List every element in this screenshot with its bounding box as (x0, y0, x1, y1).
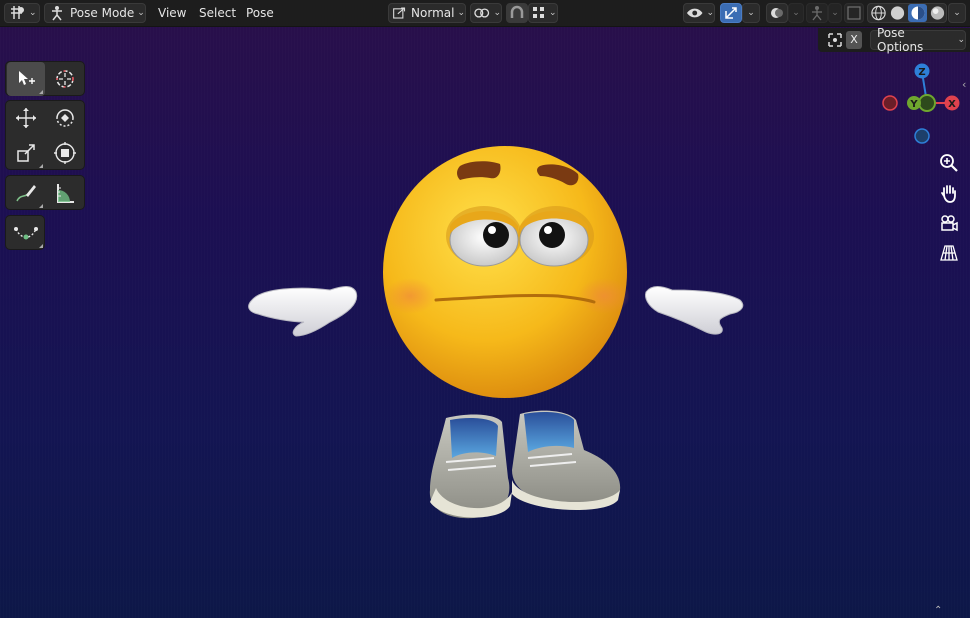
chevron-down-icon: ⌄ (137, 8, 145, 18)
transform-orientation-selector[interactable]: Normal ⌄ (388, 3, 466, 23)
material-preview-icon[interactable] (910, 5, 926, 21)
chevron-down-icon: ⌄ (549, 8, 557, 18)
menu-select[interactable]: Select (195, 4, 240, 22)
toolbar-group-transform (5, 100, 85, 170)
bone-overlay-toggle[interactable] (806, 3, 828, 23)
camera-view-icon (941, 215, 958, 232)
right-shoe (512, 410, 621, 511)
right-glove (645, 286, 744, 335)
mode-selector[interactable]: Pose Mode ⌄ (44, 3, 146, 23)
chevron-down-icon: ⌄ (953, 8, 961, 18)
toolbar-group-select (5, 61, 85, 96)
tool-transform[interactable] (46, 136, 84, 170)
character-model[interactable] (0, 0, 970, 618)
gizmo-dropdown[interactable]: ⌄ (742, 3, 760, 23)
chevron-down-icon: ⌄ (457, 8, 465, 18)
rotate-icon (56, 109, 74, 127)
measure-icon (57, 184, 74, 203)
tool-scale[interactable] (7, 136, 45, 170)
navigation-gizmo[interactable]: Y Z X (876, 60, 968, 150)
toolbar-group-pose (5, 215, 45, 250)
shading-dropdown[interactable]: ⌄ (948, 3, 966, 23)
chevron-down-icon: ⌄ (29, 8, 37, 18)
chevron-down-icon: ⌄ (957, 35, 965, 45)
snap-grid-icon (533, 7, 544, 18)
eye-icon (686, 8, 703, 18)
armature-icon (812, 6, 822, 21)
tool-move[interactable] (7, 101, 45, 135)
xray-icon (847, 6, 861, 20)
pose-mode-icon (52, 6, 62, 21)
bone-overlay-dropdown[interactable]: ⌄ (828, 3, 842, 23)
3d-viewport[interactable]: ⌄ Pose Mode ⌄ View Select Pose Normal ⌄ … (0, 0, 970, 618)
cursor-icon (56, 70, 74, 88)
x-mirror-toggle[interactable]: X (846, 31, 862, 49)
emoji-face (383, 146, 630, 398)
wireframe-shading-icon[interactable] (870, 4, 887, 22)
tool-cursor[interactable] (46, 62, 84, 96)
orientation-icon (393, 7, 406, 19)
move-icon (16, 108, 36, 128)
symmetry-icon[interactable] (826, 31, 844, 49)
zoom-button[interactable] (937, 151, 961, 175)
chevron-down-icon: ⌄ (792, 8, 800, 18)
annotate-icon (16, 185, 36, 202)
gizmo-toggle[interactable] (720, 3, 742, 23)
perspective-toggle[interactable] (937, 241, 961, 265)
chevron-down-icon: ⌄ (747, 8, 755, 18)
zoom-icon (940, 154, 958, 172)
chevron-down-icon: ⌄ (831, 8, 839, 18)
solid-shading-icon[interactable] (889, 4, 906, 22)
chevron-down-icon: ⌄ (493, 8, 501, 18)
gizmo-y-label: Y (909, 99, 918, 110)
magnet-icon (510, 5, 524, 18)
transform-icon (54, 142, 76, 164)
perspective-grid-icon (940, 245, 958, 261)
shading-group (867, 3, 947, 23)
camera-view-button[interactable] (937, 211, 961, 235)
expand-region-arrow[interactable]: ⌃ (934, 606, 946, 616)
tool-annotate[interactable] (7, 176, 45, 210)
tool-relax-pose[interactable] (7, 216, 45, 250)
tool-settings-row: X Pose Options ⌄ (818, 26, 970, 54)
gizmo-x-label: X (948, 99, 956, 110)
orientation-label: Normal (411, 6, 455, 20)
overlays-dropdown[interactable]: ⌄ (788, 3, 804, 23)
menu-view[interactable]: View (154, 4, 190, 22)
left-glove (248, 286, 358, 337)
snap-toggle[interactable] (506, 3, 528, 23)
select-box-icon (19, 71, 35, 85)
gizmo-neg-x[interactable] (882, 95, 898, 111)
editor-type-button[interactable]: ⌄ (4, 3, 40, 23)
pose-options-dropdown[interactable]: Pose Options ⌄ (870, 26, 966, 54)
gizmo-icon (725, 7, 737, 19)
mode-label: Pose Mode (70, 6, 135, 20)
menu-pose[interactable]: Pose (242, 4, 278, 22)
scale-icon (17, 144, 35, 162)
left-shoe (429, 414, 512, 519)
viewport-header: ⌄ Pose Mode ⌄ View Select Pose Normal ⌄ … (0, 0, 970, 27)
visibility-button[interactable]: ⌄ (683, 3, 715, 23)
xray-toggle[interactable] (844, 3, 864, 23)
relax-pose-icon (14, 227, 38, 240)
tool-select-box[interactable] (7, 62, 45, 96)
tool-rotate[interactable] (46, 101, 84, 135)
tool-measure[interactable] (46, 176, 84, 210)
pan-button[interactable] (937, 181, 961, 205)
overlays-toggle[interactable] (766, 3, 788, 23)
pose-options-label: Pose Options (877, 26, 924, 54)
pivot-point-button[interactable]: ⌄ (470, 3, 502, 23)
pan-hand-icon (941, 185, 956, 203)
viewport-editor-icon (11, 6, 24, 19)
gizmo-z-label: Z (918, 67, 925, 78)
snap-target-button[interactable]: ⌄ (528, 3, 558, 23)
toolbar-group-annotate (5, 175, 85, 210)
pivot-icon (474, 8, 490, 18)
chevron-down-icon: ⌄ (706, 8, 714, 18)
overlays-icon (771, 8, 783, 18)
gizmo-neg-z[interactable] (914, 128, 930, 144)
rendered-shading-icon[interactable] (929, 4, 946, 22)
gizmo-neg-y[interactable] (918, 94, 936, 112)
